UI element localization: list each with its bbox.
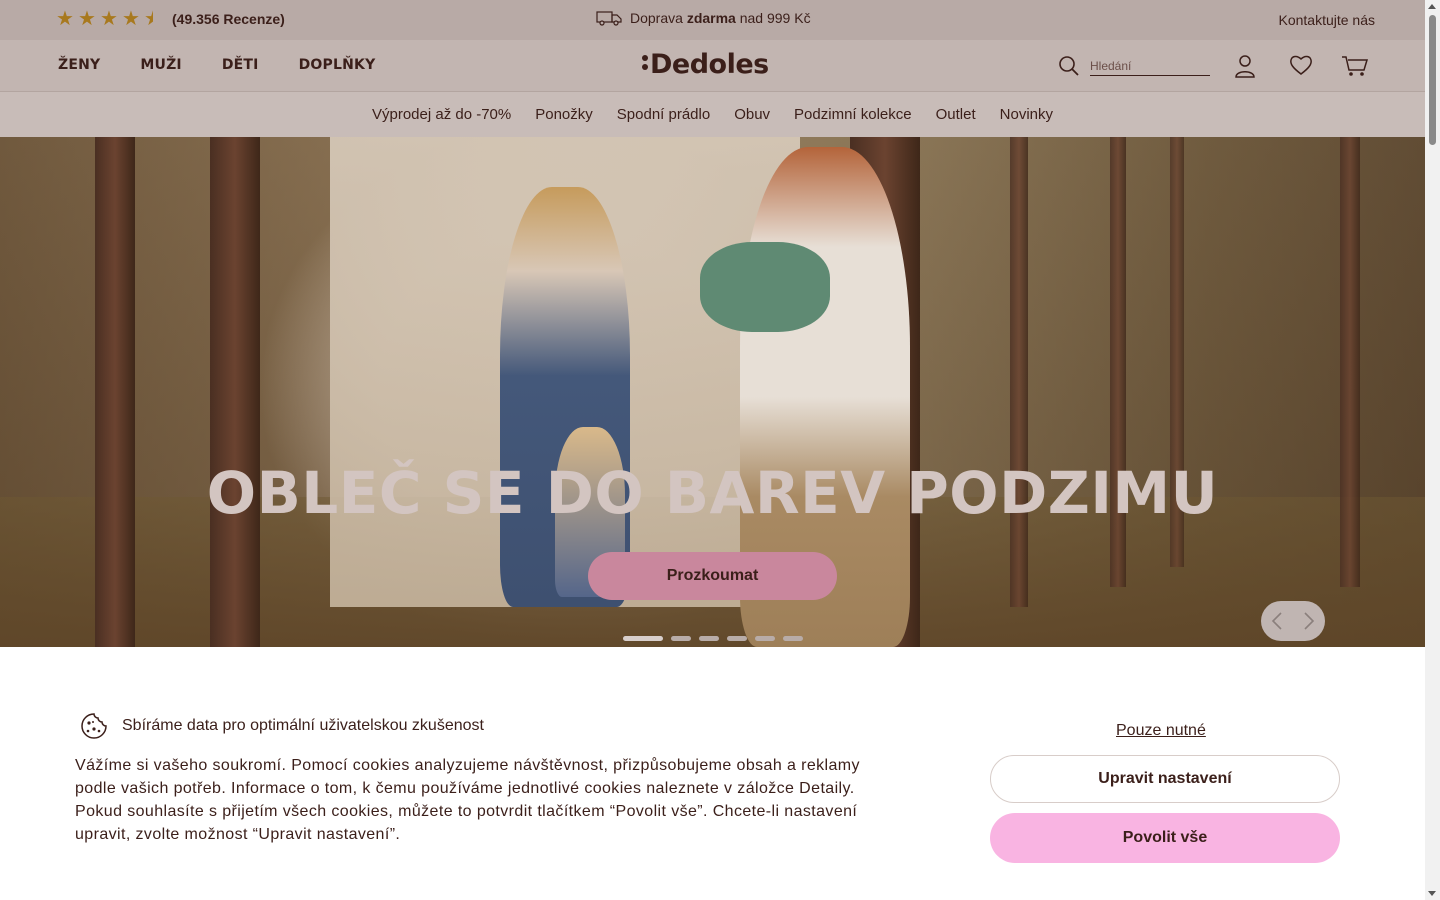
search-input[interactable] bbox=[1090, 56, 1210, 76]
rating-count: (49.356 Recenze) bbox=[172, 11, 285, 27]
star-icon: ★ bbox=[100, 8, 118, 30]
subnav-item-outlet[interactable]: Outlet bbox=[936, 106, 976, 123]
logo[interactable]: Dedoles bbox=[642, 49, 769, 80]
subnav-item-sale[interactable]: Výprodej až do -70% bbox=[372, 106, 511, 123]
logo-mark bbox=[642, 55, 649, 70]
subnav-item-autumn[interactable]: Podzimní kolekce bbox=[794, 106, 912, 123]
allow-all-button[interactable]: Povolit vše bbox=[990, 813, 1340, 863]
cookie-description: Vážíme si vašeho soukromí. Pomocí cookie… bbox=[75, 757, 860, 843]
scroll-thumb[interactable] bbox=[1429, 15, 1436, 145]
search-icon[interactable] bbox=[1058, 55, 1080, 77]
edit-settings-button[interactable]: Upravit nastavení bbox=[990, 755, 1340, 803]
chevron-left-icon[interactable] bbox=[1271, 611, 1283, 631]
carousel-dots bbox=[623, 636, 803, 641]
scroll-down-arrow[interactable] bbox=[1428, 891, 1436, 896]
category-nav: ŽENY MUŽI DĚTI DOPLŇKY bbox=[58, 57, 375, 73]
nav-accessories[interactable]: DOPLŇKY bbox=[299, 57, 376, 73]
chevron-right-icon[interactable] bbox=[1303, 611, 1315, 631]
truck-icon bbox=[596, 11, 622, 26]
heart-icon[interactable] bbox=[1289, 54, 1313, 76]
cookie-banner: Sbíráme data pro optimální uživatelskou … bbox=[0, 647, 1425, 900]
star-icon: ★ bbox=[56, 8, 74, 30]
carousel-dot[interactable] bbox=[671, 636, 691, 641]
nav-women[interactable]: ŽENY bbox=[58, 57, 100, 73]
star-icon: ★ bbox=[122, 8, 140, 30]
subnav-item-underwear[interactable]: Spodní prádlo bbox=[617, 106, 710, 123]
scroll-up-arrow[interactable] bbox=[1428, 4, 1436, 9]
scrollbar[interactable] bbox=[1425, 0, 1440, 900]
cookie-icon bbox=[81, 713, 107, 739]
contact-link[interactable]: Kontaktujte nás bbox=[1278, 12, 1375, 28]
subnav-item-socks[interactable]: Ponožky bbox=[535, 106, 593, 123]
carousel-dot[interactable] bbox=[755, 636, 775, 641]
shipping-text: Doprava zdarma nad 999 Kč bbox=[630, 10, 811, 26]
top-bar: ★ ★ ★ ★ ★ (49.356 Recenze) Doprava zdarm… bbox=[0, 0, 1425, 40]
hero-banner[interactable]: OBLEČ SE DO BAREV PODZIMU Prozkoumat bbox=[0, 137, 1425, 647]
nav-men[interactable]: MUŽI bbox=[140, 57, 181, 73]
user-icon[interactable] bbox=[1234, 54, 1256, 78]
cookie-title: Sbíráme data pro optimální uživatelskou … bbox=[122, 717, 484, 734]
main-header: ŽENY MUŽI DĚTI DOPLŇKY Dedoles bbox=[0, 40, 1425, 92]
half-star-icon: ★ bbox=[144, 8, 162, 30]
explore-button[interactable]: Prozkoumat bbox=[588, 552, 837, 600]
hero-title: OBLEČ SE DO BAREV PODZIMU bbox=[206, 459, 1219, 527]
free-shipping-notice: Doprava zdarma nad 999 Kč bbox=[596, 10, 811, 26]
only-necessary-link[interactable]: Pouze nutné bbox=[1116, 722, 1206, 740]
carousel-dot[interactable] bbox=[623, 636, 663, 641]
carousel-arrows bbox=[1261, 601, 1325, 641]
nav-kids[interactable]: DĚTI bbox=[222, 57, 259, 73]
star-icon: ★ bbox=[78, 8, 96, 30]
page: ★ ★ ★ ★ ★ (49.356 Recenze) Doprava zdarm… bbox=[0, 0, 1425, 900]
cookie-header: Sbíráme data pro optimální uživatelskou … bbox=[80, 712, 484, 740]
search bbox=[1058, 55, 1210, 77]
subnav-item-shoes[interactable]: Obuv bbox=[734, 106, 770, 123]
cart-icon[interactable] bbox=[1341, 54, 1369, 78]
subnav-item-new[interactable]: Novinky bbox=[1000, 106, 1053, 123]
carousel-dot[interactable] bbox=[727, 636, 747, 641]
rating[interactable]: ★ ★ ★ ★ ★ (49.356 Recenze) bbox=[56, 8, 285, 30]
carousel-dot[interactable] bbox=[699, 636, 719, 641]
sub-navigation: Výprodej až do -70% Ponožky Spodní prádl… bbox=[0, 92, 1425, 137]
carousel-dot[interactable] bbox=[783, 636, 803, 641]
